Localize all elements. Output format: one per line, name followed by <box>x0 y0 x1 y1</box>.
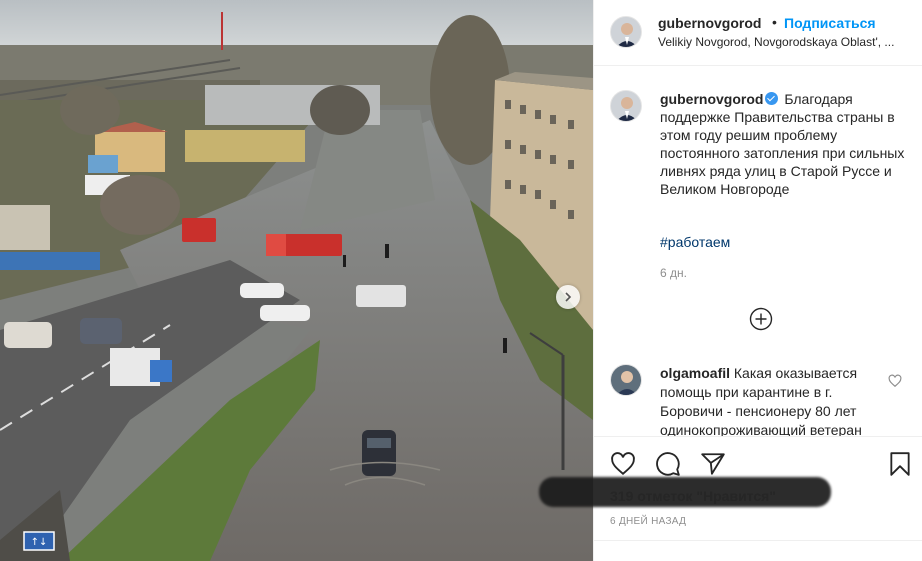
paper-plane-icon <box>701 453 725 475</box>
post-date[interactable]: 6 ДНЕЙ НАЗАД <box>610 516 686 527</box>
comment-bubble-icon <box>656 452 680 476</box>
save-button[interactable] <box>887 451 913 477</box>
follow-button[interactable]: Подписаться <box>784 15 876 31</box>
post-photo[interactable]: ↑↓ <box>0 0 593 561</box>
comment-like-button[interactable] <box>888 374 902 388</box>
road-sign-text: ↑↓ <box>31 537 48 548</box>
commenter-avatar[interactable] <box>610 364 642 396</box>
person-avatar-icon <box>611 91 641 121</box>
person-avatar-icon <box>611 17 641 47</box>
bookmark-icon <box>890 452 910 476</box>
chevron-right-icon <box>565 292 572 302</box>
caption-timestamp[interactable]: 6 дн. <box>660 266 687 280</box>
verified-badge-icon <box>765 92 779 105</box>
like-button[interactable] <box>610 451 636 477</box>
comment-text-block: olgamoafil Какая оказывается помощь при … <box>660 364 882 440</box>
caption-hashtag[interactable]: #работаем <box>660 234 730 250</box>
heart-icon <box>611 452 635 475</box>
divider <box>594 540 922 541</box>
share-button[interactable] <box>700 451 726 477</box>
caption-text-block: gubernovgorod Благодаря поддержке Правит… <box>660 90 910 198</box>
load-more-comments-button[interactable] <box>749 307 773 331</box>
header-separator: • <box>772 14 777 30</box>
post-location[interactable]: Velikiy Novgorod, Novgorodskaya Oblast',… <box>658 35 894 49</box>
post-actions: 319 отметок "Нравится" 6 ДНЕЙ НАЗАД <box>539 436 922 561</box>
caption-username[interactable]: gubernovgorod <box>660 91 763 107</box>
flooded-street-image: ↑↓ <box>0 0 593 561</box>
heart-outline-icon <box>888 374 902 388</box>
plus-circle-icon <box>749 307 773 331</box>
post-header: gubernovgorod • Подписаться Velikiy Novg… <box>594 0 922 66</box>
author-avatar[interactable] <box>610 16 642 48</box>
caption-author-avatar[interactable] <box>610 90 642 122</box>
carousel-next-button[interactable] <box>556 285 580 309</box>
post-details-panel: gubernovgorod • Подписаться Velikiy Novg… <box>539 0 922 561</box>
author-username[interactable]: gubernovgorod <box>658 15 761 31</box>
likes-count[interactable]: 319 отметок "Нравится" <box>610 488 776 504</box>
comment-button[interactable] <box>655 451 681 477</box>
comment-username[interactable]: olgamoafil <box>660 365 730 381</box>
person-avatar-icon <box>611 365 641 395</box>
